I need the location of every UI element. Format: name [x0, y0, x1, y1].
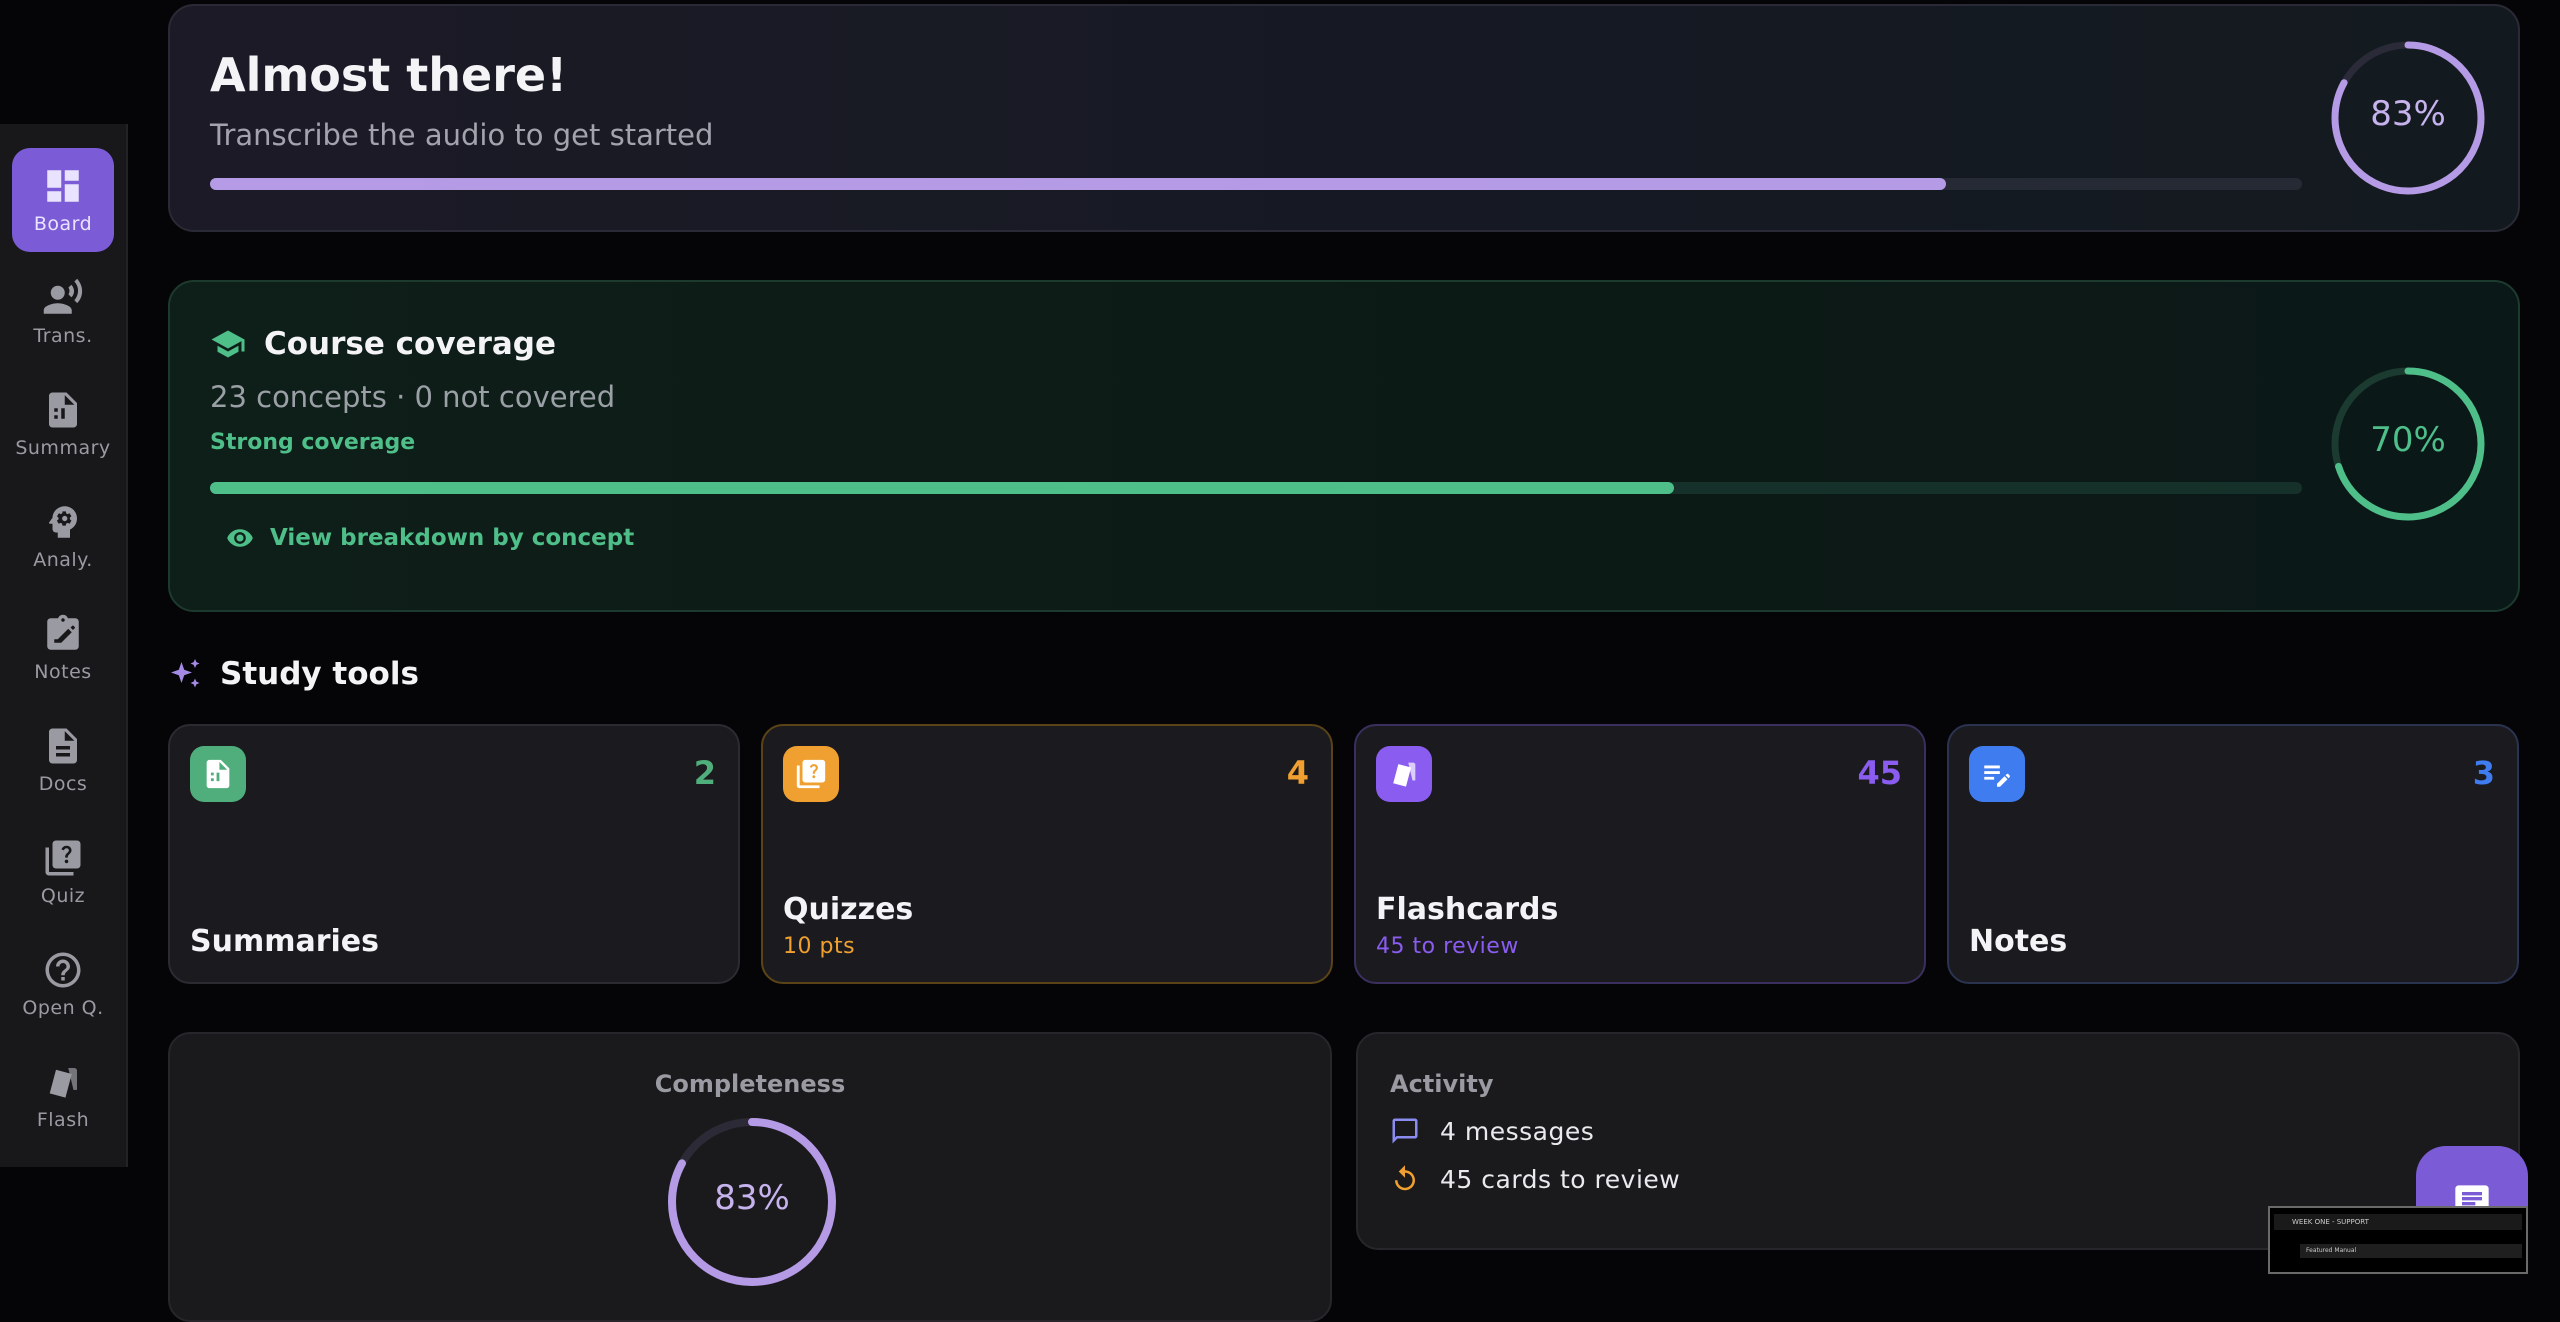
nav-open-questions[interactable]: Open Q.: [12, 932, 114, 1036]
tool-card-quizzes[interactable]: 4 Quizzes 10 pts: [761, 724, 1333, 984]
help-circle-icon: [45, 952, 81, 988]
chat-icon: [1392, 1118, 1418, 1144]
preview-row: Featured Manual: [2300, 1244, 2522, 1258]
tool-count: 3: [2472, 754, 2495, 792]
nav-label: Notes: [34, 661, 92, 683]
progress-hero-card: Almost there! Transcribe the audio to ge…: [168, 4, 2520, 232]
activity-item: 45 cards to review: [1390, 1164, 1680, 1194]
nav-label: Docs: [38, 773, 88, 795]
dashboard-icon: [47, 170, 79, 202]
study-tools-header: Study tools: [168, 656, 419, 692]
summary-doc-icon: [190, 746, 246, 802]
quiz-icon: [783, 746, 839, 802]
tool-name: Quizzes: [783, 892, 914, 927]
flashcards-icon: [49, 1068, 77, 1098]
nav-docs[interactable]: Docs: [12, 708, 114, 812]
document-icon: [49, 728, 77, 764]
view-breakdown-link[interactable]: View breakdown by concept: [226, 524, 634, 552]
psychology-icon: [48, 506, 77, 538]
nav-analysis[interactable]: Analy.: [12, 484, 114, 588]
nav-board[interactable]: Board: [12, 148, 114, 252]
hero-title: Almost there!: [210, 48, 568, 102]
coverage-title: Course coverage: [264, 326, 557, 362]
nav-transcription[interactable]: Trans.: [12, 260, 114, 364]
activity-label: 45 cards to review: [1440, 1164, 1681, 1194]
flashcards-icon: [1376, 746, 1432, 802]
activity-title: Activity: [1390, 1070, 1494, 1098]
activity-item: 4 messages: [1390, 1116, 1594, 1146]
hero-percent: 83%: [2370, 94, 2446, 134]
nav-label: Summary: [15, 437, 111, 459]
tool-card-summaries[interactable]: 2 Summaries: [168, 724, 740, 984]
hero-progress-bar: [210, 178, 2302, 190]
tool-name: Summaries: [190, 924, 380, 959]
tool-subtitle: 45 to review: [1376, 934, 1519, 959]
tool-name: Flashcards: [1376, 892, 1559, 927]
coverage-progress-ring: 70%: [2328, 364, 2488, 524]
tool-name: Notes: [1969, 924, 2068, 959]
nav-label: Analy.: [33, 549, 93, 571]
record-voice-icon: [43, 278, 83, 314]
course-coverage-card: Course coverage 23 concepts · 0 not cove…: [168, 280, 2520, 612]
tool-card-notes[interactable]: 3 Notes: [1947, 724, 2519, 984]
coverage-stats: 23 concepts · 0 not covered: [210, 380, 616, 414]
eye-icon: [227, 529, 253, 547]
completeness-panel: Completeness 83%: [168, 1032, 1332, 1322]
hero-progress-ring: 83%: [2328, 38, 2488, 198]
coverage-status: Strong coverage: [210, 430, 416, 455]
activity-label: 4 messages: [1440, 1116, 1595, 1146]
coverage-progress-fill: [210, 482, 1675, 494]
preview-title: WEEK ONE - SUPPORT: [2274, 1214, 2522, 1230]
nav-label: Trans.: [33, 325, 93, 347]
tool-count: 4: [1286, 754, 1309, 792]
tool-count: 2: [693, 754, 716, 792]
sidebar: Board Trans. Summary Analy. Notes Docs Q…: [0, 124, 128, 1167]
quiz-icon: [45, 840, 81, 876]
nav-label: Flash: [36, 1109, 90, 1131]
hero-progress-fill: [210, 178, 1947, 190]
tool-count: 45: [1857, 754, 1902, 792]
completeness-title: Completeness: [654, 1070, 846, 1098]
study-tools-title: Study tools: [220, 656, 419, 692]
summary-doc-icon: [49, 392, 77, 428]
sparkle-icon: [171, 659, 200, 688]
edit-note-icon: [47, 614, 79, 650]
nav-summary[interactable]: Summary: [12, 372, 114, 476]
view-breakdown-label: View breakdown by concept: [270, 525, 635, 551]
school-icon: [211, 330, 245, 358]
window-preview-thumbnail[interactable]: WEEK ONE - SUPPORT Featured Manual: [2268, 1206, 2528, 1274]
tool-subtitle: 10 pts: [783, 934, 856, 959]
completeness-ring: 83%: [666, 1116, 838, 1288]
nav-label: Board: [33, 213, 93, 235]
nav-notes[interactable]: Notes: [12, 596, 114, 700]
nav-label: Quiz: [40, 885, 86, 907]
coverage-percent: 70%: [2370, 420, 2446, 460]
completeness-percent: 83%: [714, 1178, 790, 1218]
nav-quiz[interactable]: Quiz: [12, 820, 114, 924]
hero-subtitle: Transcribe the audio to get started: [210, 118, 714, 152]
edit-note-icon: [1969, 746, 2025, 802]
coverage-progress-bar: [210, 482, 2302, 494]
nav-flashcards[interactable]: Flash: [12, 1044, 114, 1148]
nav-label: Open Q.: [22, 997, 104, 1019]
tool-card-flashcards[interactable]: 45 Flashcards 45 to review: [1354, 724, 1926, 984]
refresh-icon: [1395, 1165, 1415, 1191]
